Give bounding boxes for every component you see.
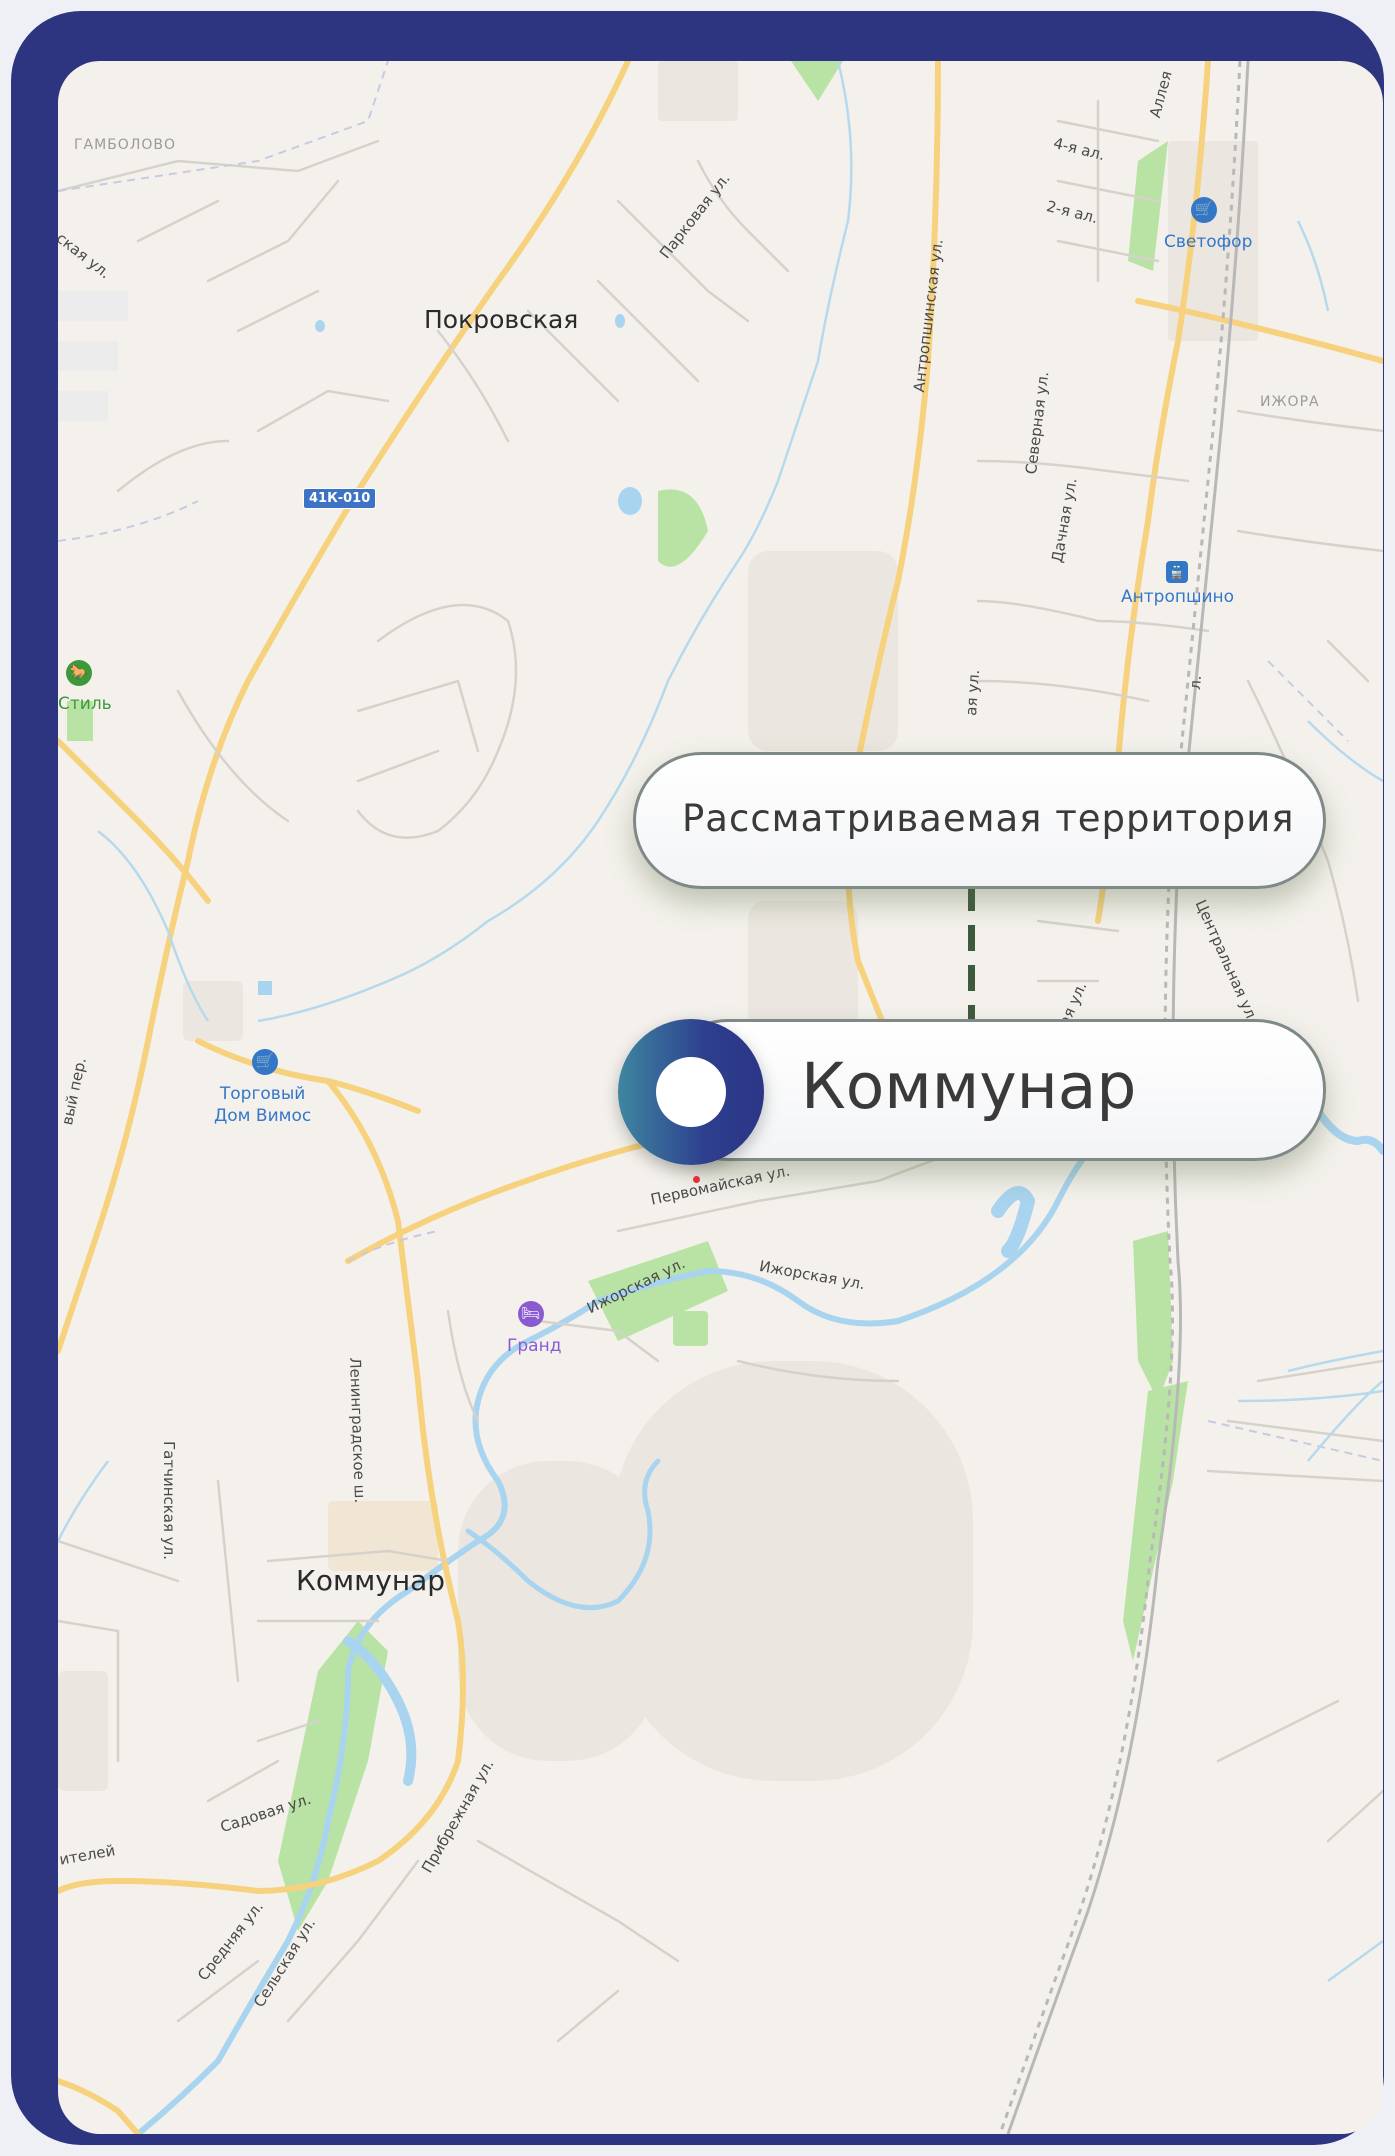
train-station-icon[interactable]: 🚆 [1166, 561, 1188, 583]
location-marker-icon[interactable] [618, 1019, 764, 1165]
territory-callout[interactable]: Рассматриваемая территория [633, 752, 1326, 889]
poi-label-stil[interactable]: Стиль [58, 693, 112, 715]
shopping-cart-icon[interactable]: 🛒 [1191, 197, 1217, 223]
street-label-l-cut: л. [1186, 674, 1205, 691]
horse-riding-icon[interactable]: 🐎 [66, 660, 92, 686]
shopping-cart-icon[interactable]: 🛒 [252, 1049, 278, 1075]
town-label-kommunar: Коммунар [296, 1564, 446, 1597]
road-shield-41k-010: 41К-010 [303, 488, 377, 509]
street-label-gatchinskaya: Гатчинская ул. [160, 1441, 178, 1561]
poi-label-svetofor[interactable]: Светофор [1164, 231, 1252, 253]
poi-label-grand[interactable]: Гранд [507, 1335, 561, 1357]
callout-connector-line [968, 885, 975, 1019]
street-label-aya-cut: ая ул. [962, 668, 984, 717]
hotel-bed-icon[interactable]: 🛏 [518, 1301, 544, 1327]
location-callout-label: Коммунар [801, 1050, 1137, 1123]
poi-label-torgovy-dom-vimos[interactable]: Торговый Дом Вимос [214, 1083, 311, 1127]
territory-callout-label: Рассматриваемая территория [682, 797, 1295, 840]
map-canvas[interactable]: ГАМБОЛОВО ИЖОРА Покровская Коммунар 41К-… [58, 61, 1383, 2134]
poi-label-antropshino[interactable]: Антропшино [1121, 586, 1234, 608]
map-frame: ГАМБОЛОВО ИЖОРА Покровская Коммунар 41К-… [11, 11, 1384, 2145]
location-point-dot [693, 1176, 700, 1183]
marker-center-dot [656, 1057, 726, 1127]
town-label-pokrovskaya: Покровская [424, 305, 579, 334]
district-label-izhora: ИЖОРА [1260, 394, 1320, 410]
district-label-gambolovo: ГАМБОЛОВО [74, 137, 176, 153]
